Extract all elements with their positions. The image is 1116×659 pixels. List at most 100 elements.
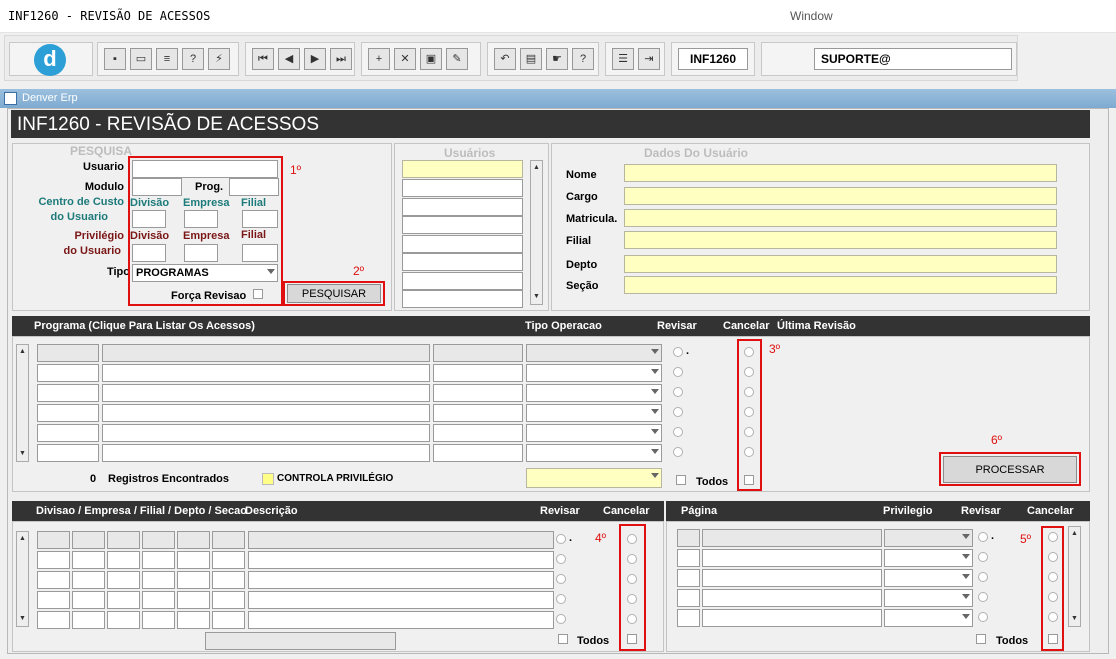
table-row[interactable] [177, 591, 210, 609]
div-revisar-radio[interactable] [556, 614, 566, 624]
table-row[interactable] [248, 571, 554, 589]
users-row[interactable] [402, 216, 523, 234]
page-revisar-radio[interactable] [978, 572, 988, 582]
save-icon[interactable]: ▪ [104, 48, 126, 70]
scroll-down-icon[interactable]: ▼ [532, 292, 541, 302]
table-row[interactable] [212, 611, 245, 629]
table-row[interactable] [677, 549, 700, 567]
revisar-radio[interactable] [673, 427, 683, 437]
table-row[interactable] [702, 529, 882, 547]
programs-scrollbar[interactable]: ▲ ▼ [16, 344, 29, 462]
table-row[interactable] [37, 531, 70, 549]
table-row[interactable] [433, 444, 523, 462]
revisar-todos-checkbox[interactable] [676, 475, 686, 485]
users-row[interactable] [402, 272, 523, 290]
table-row[interactable] [177, 531, 210, 549]
table-row[interactable] [72, 611, 105, 629]
users-scrollbar[interactable]: ▲ ▼ [530, 160, 543, 305]
tipo-operacao-select[interactable] [526, 384, 662, 402]
div-revisar-radio[interactable] [556, 554, 566, 564]
exit-icon[interactable]: ⇥ [638, 48, 660, 70]
table-row[interactable] [142, 591, 175, 609]
tipo-operacao-filter[interactable] [526, 468, 662, 488]
table-row[interactable] [107, 571, 140, 589]
print-icon[interactable]: ≡ [156, 48, 178, 70]
privilegio-select[interactable] [884, 529, 973, 547]
delete-record-icon[interactable]: ✕ [394, 48, 416, 70]
first-record-icon[interactable]: ⏮ [252, 48, 274, 70]
users-row[interactable] [402, 198, 523, 216]
last-record-icon[interactable]: ⏭ [330, 48, 352, 70]
table-row[interactable] [248, 611, 554, 629]
previous-record-icon[interactable]: ◀ [278, 48, 300, 70]
page-revisar-radio[interactable] [978, 592, 988, 602]
table-row[interactable] [142, 531, 175, 549]
help-icon[interactable]: ? [572, 48, 594, 70]
table-row[interactable] [37, 551, 70, 569]
table-row[interactable] [677, 529, 700, 547]
table-row[interactable] [433, 424, 523, 442]
page-revisar-radio[interactable] [978, 552, 988, 562]
revisar-radio[interactable] [673, 347, 683, 357]
users-row[interactable] [402, 253, 523, 271]
table-row[interactable] [102, 444, 430, 462]
table-row[interactable] [37, 404, 99, 422]
page-revisar-todos-checkbox[interactable] [976, 634, 986, 644]
table-row[interactable] [107, 611, 140, 629]
table-row[interactable] [37, 344, 99, 362]
tipo-operacao-select[interactable] [526, 364, 662, 382]
table-row[interactable] [433, 384, 523, 402]
div-revisar-radio[interactable] [556, 534, 566, 544]
privilegio-select[interactable] [884, 609, 973, 627]
table-row[interactable] [102, 364, 430, 382]
undo-icon[interactable]: ↶ [494, 48, 516, 70]
table-row[interactable] [677, 609, 700, 627]
table-row[interactable] [37, 364, 99, 382]
table-row[interactable] [433, 404, 523, 422]
next-record-icon[interactable]: ▶ [304, 48, 326, 70]
tipo-operacao-select[interactable] [526, 404, 662, 422]
table-row[interactable] [212, 551, 245, 569]
tipo-operacao-select[interactable] [526, 344, 662, 362]
table-row[interactable] [37, 424, 99, 442]
divisions-scrollbar[interactable]: ▲ ▼ [16, 531, 29, 627]
table-row[interactable] [72, 551, 105, 569]
users-row[interactable] [402, 179, 523, 197]
window-menu[interactable]: Window [790, 9, 833, 23]
table-row[interactable] [107, 531, 140, 549]
div-revisar-todos-checkbox[interactable] [558, 634, 568, 644]
table-row[interactable] [433, 344, 523, 362]
scroll-down-icon[interactable]: ▼ [18, 449, 27, 459]
table-row[interactable] [107, 551, 140, 569]
table-row[interactable] [248, 551, 554, 569]
table-row[interactable] [37, 384, 99, 402]
scroll-down-icon[interactable]: ▼ [1070, 614, 1079, 624]
edit-icon[interactable]: ✎ [446, 48, 468, 70]
table-row[interactable] [433, 364, 523, 382]
table-row[interactable] [142, 551, 175, 569]
table-row[interactable] [37, 571, 70, 589]
users-row[interactable] [402, 235, 523, 253]
div-revisar-radio[interactable] [556, 574, 566, 584]
scroll-up-icon[interactable]: ▲ [532, 163, 541, 173]
table-row[interactable] [177, 551, 210, 569]
screen-icon[interactable]: ▭ [130, 48, 152, 70]
page-revisar-radio[interactable] [978, 612, 988, 622]
scroll-up-icon[interactable]: ▲ [1070, 529, 1079, 539]
execute-query-icon[interactable]: ⚡ [208, 48, 230, 70]
div-revisar-radio[interactable] [556, 594, 566, 604]
table-row[interactable] [72, 571, 105, 589]
privilegio-select[interactable] [884, 589, 973, 607]
insert-record-icon[interactable]: + [368, 48, 390, 70]
clipboard-icon[interactable]: ▤ [520, 48, 542, 70]
pages-scrollbar[interactable]: ▲ ▼ [1068, 526, 1081, 627]
revisar-radio[interactable] [673, 447, 683, 457]
table-row[interactable] [677, 569, 700, 587]
privilegio-select[interactable] [884, 569, 973, 587]
scroll-up-icon[interactable]: ▲ [18, 347, 27, 357]
page-revisar-radio[interactable] [978, 532, 988, 542]
users-row[interactable] [402, 290, 523, 308]
table-row[interactable] [37, 444, 99, 462]
table-row[interactable] [72, 531, 105, 549]
table-row[interactable] [212, 571, 245, 589]
